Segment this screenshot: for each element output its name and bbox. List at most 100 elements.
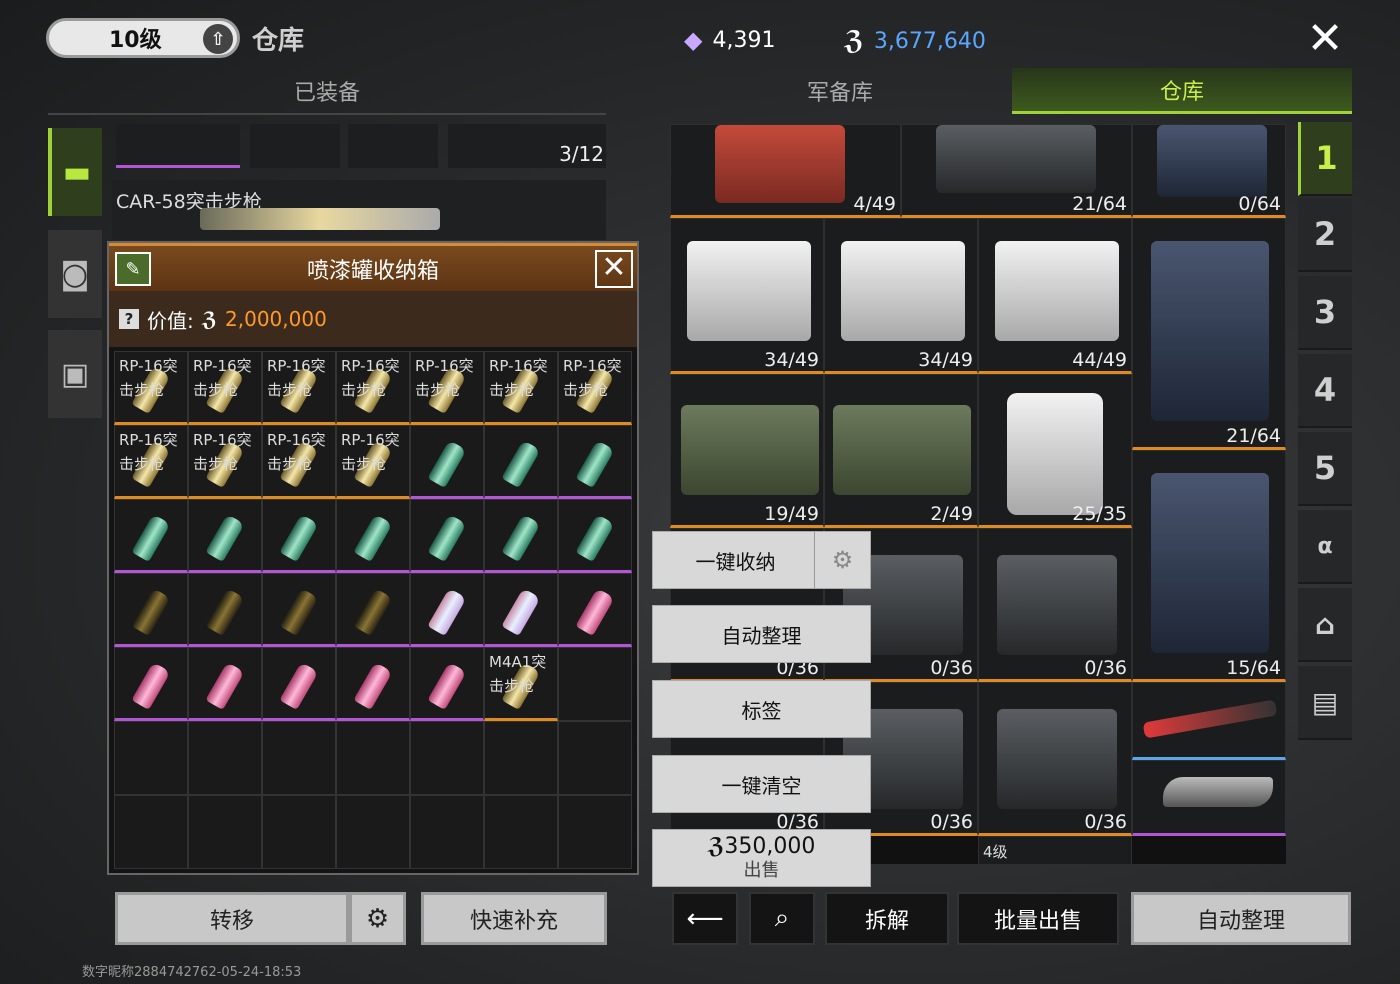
grid-slot[interactable] bbox=[484, 795, 558, 869]
grid-slot[interactable] bbox=[262, 721, 336, 795]
back-arrow-icon[interactable]: ⟵ bbox=[672, 892, 738, 945]
grid-slot[interactable] bbox=[188, 795, 262, 869]
close-icon[interactable]: ✕ bbox=[1300, 14, 1350, 64]
pistol-icon[interactable]: ▬ bbox=[48, 128, 102, 216]
equipped-slot[interactable] bbox=[348, 124, 438, 168]
tab-armory[interactable]: 军备库 bbox=[670, 68, 1010, 114]
grid-slot[interactable] bbox=[336, 647, 410, 721]
grid-slot[interactable] bbox=[410, 795, 484, 869]
grid-slot[interactable] bbox=[336, 499, 410, 573]
clear-all-button[interactable]: 一键清空 bbox=[652, 755, 871, 813]
warehouse-page-5[interactable]: 5 bbox=[1298, 432, 1352, 506]
transfer-button[interactable]: 转移 bbox=[115, 892, 349, 945]
grid-slot[interactable] bbox=[410, 425, 484, 499]
grid-slot[interactable] bbox=[188, 647, 262, 721]
search-icon[interactable]: ⌕ bbox=[749, 892, 815, 945]
storage-item[interactable]: 34/49 bbox=[824, 218, 978, 374]
storage-item[interactable]: 34/49 bbox=[670, 218, 824, 374]
grid-slot[interactable]: RP-16突击步枪 bbox=[410, 351, 484, 425]
sell-button[interactable]: ℨ350,000 出售 bbox=[652, 829, 871, 887]
storage-item[interactable]: 21/64 bbox=[1132, 218, 1286, 450]
grid-slot[interactable]: RP-16突击步枪 bbox=[114, 351, 188, 425]
grid-slot[interactable] bbox=[114, 499, 188, 573]
grid-slot[interactable] bbox=[336, 721, 410, 795]
equipped-slot[interactable] bbox=[250, 124, 340, 168]
tab-warehouse[interactable]: 仓库 bbox=[1012, 68, 1352, 114]
grid-slot[interactable] bbox=[114, 795, 188, 869]
bulk-sell-button[interactable]: 批量出售 bbox=[957, 892, 1119, 945]
grid-slot[interactable] bbox=[484, 573, 558, 647]
grid-slot[interactable] bbox=[114, 721, 188, 795]
karambit-item[interactable] bbox=[1132, 760, 1286, 836]
grid-slot[interactable] bbox=[484, 499, 558, 573]
equipped-slot[interactable] bbox=[116, 124, 240, 168]
backpack-icon[interactable]: ◙ bbox=[48, 230, 102, 318]
level-badge[interactable]: 10级 ⇧ bbox=[46, 18, 240, 58]
grid-slot[interactable] bbox=[262, 647, 336, 721]
popup-close-icon[interactable]: ✕ bbox=[595, 250, 633, 288]
warehouse-page-2[interactable]: 2 bbox=[1298, 198, 1352, 272]
storage-item[interactable]: 21/64 bbox=[901, 124, 1132, 218]
grid-slot[interactable] bbox=[188, 721, 262, 795]
grid-slot[interactable] bbox=[262, 573, 336, 647]
grid-slot[interactable] bbox=[558, 499, 632, 573]
grid-slot[interactable] bbox=[336, 795, 410, 869]
grid-slot[interactable] bbox=[262, 795, 336, 869]
grid-slot[interactable] bbox=[410, 647, 484, 721]
grid-slot[interactable] bbox=[558, 721, 632, 795]
grid-slot[interactable] bbox=[558, 573, 632, 647]
storage-item[interactable]: 4/49 bbox=[670, 124, 901, 218]
storage-item[interactable]: 0/36 bbox=[978, 682, 1132, 836]
help-icon[interactable]: ? bbox=[119, 309, 139, 329]
auto-sort-menu-button[interactable]: 自动整理 bbox=[652, 605, 871, 663]
grid-slot[interactable]: RP-16突击步枪 bbox=[114, 425, 188, 499]
grid-slot[interactable]: M4A1突击步枪 bbox=[484, 647, 558, 721]
quick-refill-button[interactable]: 快速补充 bbox=[421, 892, 607, 945]
toolbox-icon[interactable]: ▣ bbox=[48, 330, 102, 418]
knife-item[interactable] bbox=[1132, 682, 1286, 760]
storage-item[interactable]: 25/35 bbox=[978, 374, 1132, 528]
grid-slot[interactable]: RP-16突击步枪 bbox=[484, 351, 558, 425]
warehouse-page-1[interactable]: 1 bbox=[1298, 122, 1352, 196]
alpha-badge-icon[interactable]: α bbox=[1298, 510, 1352, 584]
grid-slot[interactable] bbox=[558, 425, 632, 499]
grid-slot[interactable] bbox=[336, 573, 410, 647]
grid-slot[interactable]: RP-16突击步枪 bbox=[558, 351, 632, 425]
tab-equipped[interactable]: 已装备 bbox=[48, 68, 606, 114]
storage-item[interactable]: 4级 bbox=[978, 836, 1132, 864]
grid-slot[interactable] bbox=[558, 647, 632, 721]
grid-slot[interactable] bbox=[410, 499, 484, 573]
tags-button[interactable]: 标签 bbox=[652, 680, 871, 738]
grid-slot[interactable] bbox=[114, 647, 188, 721]
equipped-slot[interactable]: 3/12 bbox=[448, 124, 606, 168]
warehouse-page-3[interactable]: 3 bbox=[1298, 276, 1352, 350]
warehouse-page-4[interactable]: 4 bbox=[1298, 354, 1352, 428]
grid-slot[interactable] bbox=[484, 425, 558, 499]
storage-item[interactable]: 15/64 bbox=[1132, 450, 1286, 682]
gift-box-icon[interactable]: ▤ bbox=[1298, 666, 1352, 740]
grid-slot[interactable] bbox=[262, 499, 336, 573]
grid-slot[interactable]: RP-16突击步枪 bbox=[188, 425, 262, 499]
grid-slot[interactable]: RP-16突击步枪 bbox=[188, 351, 262, 425]
storage-item[interactable]: 44/49 bbox=[978, 218, 1132, 374]
gear-icon[interactable]: ⚙ bbox=[814, 532, 870, 588]
gear-icon[interactable]: ⚙ bbox=[349, 892, 406, 945]
grid-slot[interactable] bbox=[188, 499, 262, 573]
storage-item[interactable]: 19/49 bbox=[670, 374, 824, 528]
storage-item[interactable]: 2/49 bbox=[824, 374, 978, 528]
grid-slot[interactable]: RP-16突击步枪 bbox=[336, 425, 410, 499]
grid-slot[interactable] bbox=[410, 721, 484, 795]
grid-slot[interactable]: RP-16突击步枪 bbox=[262, 351, 336, 425]
grid-slot[interactable] bbox=[114, 573, 188, 647]
grid-slot[interactable] bbox=[188, 573, 262, 647]
auto-sort-button[interactable]: 自动整理 bbox=[1131, 892, 1351, 945]
grid-slot[interactable] bbox=[410, 573, 484, 647]
dismantle-button[interactable]: 拆解 bbox=[825, 892, 949, 945]
store-all-button[interactable]: 一键收纳 ⚙ bbox=[652, 531, 871, 589]
grid-slot[interactable]: RP-16突击步枪 bbox=[336, 351, 410, 425]
house-icon[interactable]: ⌂ bbox=[1298, 588, 1352, 662]
grid-slot[interactable]: RP-16突击步枪 bbox=[262, 425, 336, 499]
grid-slot[interactable] bbox=[484, 721, 558, 795]
storage-item[interactable]: 0/36 bbox=[978, 528, 1132, 682]
storage-item[interactable]: 0/64 bbox=[1132, 124, 1286, 218]
